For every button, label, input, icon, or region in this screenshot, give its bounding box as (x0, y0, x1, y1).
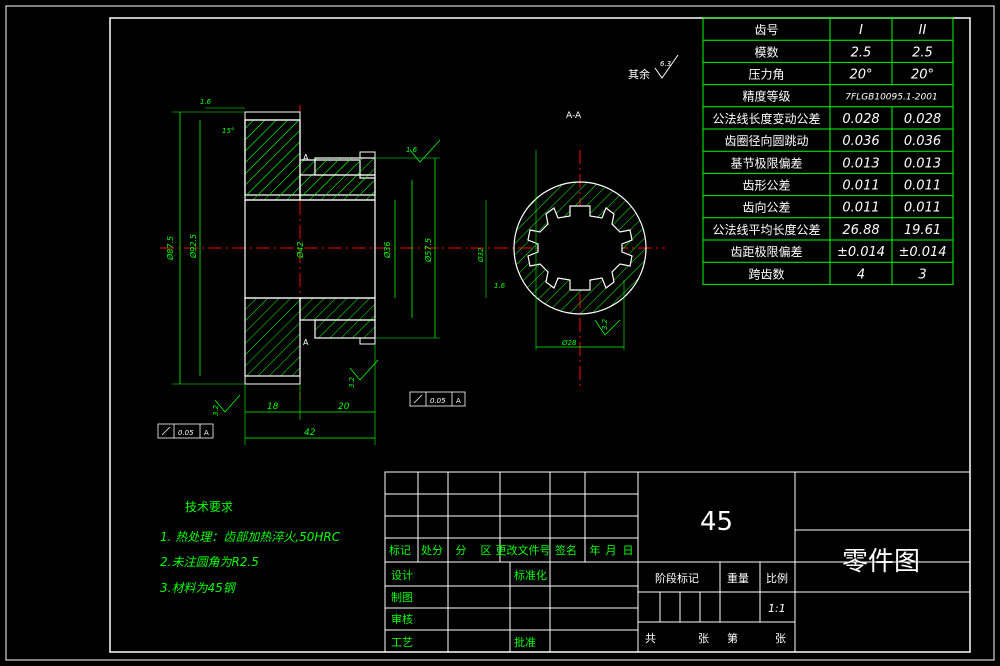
gear-table-value-2: 0.036 (904, 134, 941, 149)
roughness-spline: 1.6 (494, 282, 506, 290)
gear-table-label: 齿号 (754, 23, 778, 37)
dim-width-gear: 18 (267, 402, 279, 412)
gear-table-value-2: 0.028 (904, 112, 941, 127)
gear-table-value: 7FLGB10095.1-2001 (845, 93, 937, 103)
dim-spline-outer: Ø28 (561, 339, 577, 347)
tb-draw: 制图 (391, 591, 413, 604)
tolerance-value-right: 0.05 (430, 397, 446, 405)
rev-header-8: 日 (623, 544, 634, 557)
gear-table-value-2: 0.013 (904, 156, 941, 171)
rev-header-1: 处分 (421, 544, 443, 557)
rev-header-6: 年 (590, 543, 601, 557)
dim-spline-inner: Ø32 (477, 247, 485, 263)
gear-table-value-1: 0.011 (842, 179, 879, 194)
dim-tip-diameter: Ø87.5 (165, 236, 175, 261)
rev-header-3: 区 (481, 544, 492, 557)
gear-table-value-2: ±0.014 (898, 245, 946, 260)
section-aa-view (470, 150, 665, 390)
tolerance-datum-right: A (456, 397, 461, 405)
gear-table-label: 齿向公差 (742, 200, 790, 215)
tb-process: 工艺 (391, 636, 413, 649)
tb-weight: 重量 (727, 571, 749, 585)
rev-header-4: 更改文件号 (496, 543, 551, 557)
gear-table-value-1: 2.5 (851, 45, 872, 60)
gear-table-value-2: 0.011 (904, 201, 941, 216)
gear-table-label: 公法线长度变动公差 (712, 111, 820, 126)
tb-approve: 批准 (514, 635, 536, 649)
gear-table-value-1: 26.88 (842, 223, 879, 238)
datum-mark-upper: A (303, 153, 309, 162)
dim-root-diameter: Ø92.5 (188, 234, 198, 259)
gear-table-label: 基节极限偏差 (730, 155, 802, 170)
tb-check: 审核 (391, 612, 413, 626)
dim-bore-diameter: Ø42 (295, 242, 305, 259)
tech-req-title: 技术要求 (185, 500, 233, 514)
main-section-view (160, 105, 470, 445)
tolerance-value-left: 0.05 (178, 429, 194, 437)
tb-scale-label: 比例 (766, 571, 788, 585)
rev-header-2: 分 (456, 544, 467, 557)
gear-table-value-1: 0.028 (842, 112, 879, 127)
tech-req-item-2: 2.未注圆角为R2.5 (160, 555, 259, 569)
gear-table-label: 齿形公差 (742, 179, 790, 193)
gear-table-value-1: 4 (857, 267, 865, 282)
roughness-side: 3.2 (348, 376, 356, 388)
dim-gear2-diameter: Ø57.5 (423, 238, 433, 263)
tb-material: 45 (700, 507, 733, 537)
gear-table-value-2: 2.5 (912, 45, 933, 60)
rev-header-5: 签名 (555, 543, 577, 557)
gear-table-label: 模数 (754, 44, 778, 59)
gear-table-value-2: 3 (918, 267, 926, 282)
tb-sheet-total: 共 (645, 632, 656, 645)
datum-mark-lower: A (303, 338, 309, 347)
rest-roughness-value: 6.3 (660, 60, 671, 68)
dim-width-hub: 20 (338, 402, 350, 412)
tech-req-item-3: 3.材料为45钢 (160, 581, 237, 595)
gear-table-label: 公法线平均长度公差 (712, 222, 820, 237)
gear-table-label: 齿圈径向圆跳动 (724, 133, 808, 148)
dim-hub-diameter: Ø36 (382, 242, 392, 259)
tb-scale-value: 1:1 (768, 602, 786, 615)
gear-table-label: 齿距极限偏差 (730, 244, 802, 259)
gear-table-value-2: 0.011 (904, 179, 941, 194)
section-label: A-A (566, 111, 582, 121)
tech-req-item-1: 1. 热处理：齿部加热淬火,50HRC (160, 530, 341, 544)
gear-table-value-1: 0.036 (842, 134, 879, 149)
gear-table-label: 压力角 (748, 68, 784, 82)
rev-header-0: 标记 (389, 543, 411, 557)
gear-table-value-1: ±0.014 (837, 245, 885, 260)
roughness-top: 1.6 (200, 98, 212, 106)
gear-table-value-1: 20° (849, 68, 872, 83)
gear-table-value-2: 19.61 (904, 223, 941, 238)
gear-parameter-table: 齿号 I II模数 2.5 2.5压力角 20° 20°精度等级 7FLGB10095.1-2… (702, 17, 954, 285)
gear-table-value-2: II (919, 23, 927, 38)
gear-table-label: 精度等级 (742, 89, 790, 104)
rev-header-7: 月 (606, 544, 617, 557)
cad-drawing: Ø87.5 Ø92.5 Ø42 Ø36 Ø57.5 18 20 42 1.6 1… (5, 5, 995, 661)
tolerance-datum-left: A (204, 429, 209, 437)
roughness-hub: 1.6 (406, 146, 418, 154)
tb-drawing-name: 零件图 (842, 547, 920, 577)
gear-table-value-2: 20° (911, 68, 934, 83)
tb-standardize: 标准化 (514, 568, 547, 582)
rest-roughness-label: 其余 (628, 67, 650, 81)
roughness-bottom: 3.2 (212, 404, 220, 416)
tb-sheet-unit: 张 (698, 632, 709, 645)
gear-table-value-1: 0.011 (842, 201, 879, 216)
roughness-spline-right: 3.2 (601, 318, 609, 330)
chamfer-angle: 15° (222, 127, 234, 135)
dim-total-length: 42 (304, 428, 316, 438)
tb-design: 设计 (391, 569, 413, 582)
tb-sheet-no: 第 (727, 631, 738, 645)
gear-table-label: 跨齿数 (748, 266, 784, 281)
gear-table-value-1: 0.013 (842, 156, 879, 171)
tb-stage-mark: 阶段标记 (655, 571, 699, 585)
gear-table-value-1: I (859, 23, 863, 38)
tb-sheet-unit2: 张 (775, 632, 786, 645)
